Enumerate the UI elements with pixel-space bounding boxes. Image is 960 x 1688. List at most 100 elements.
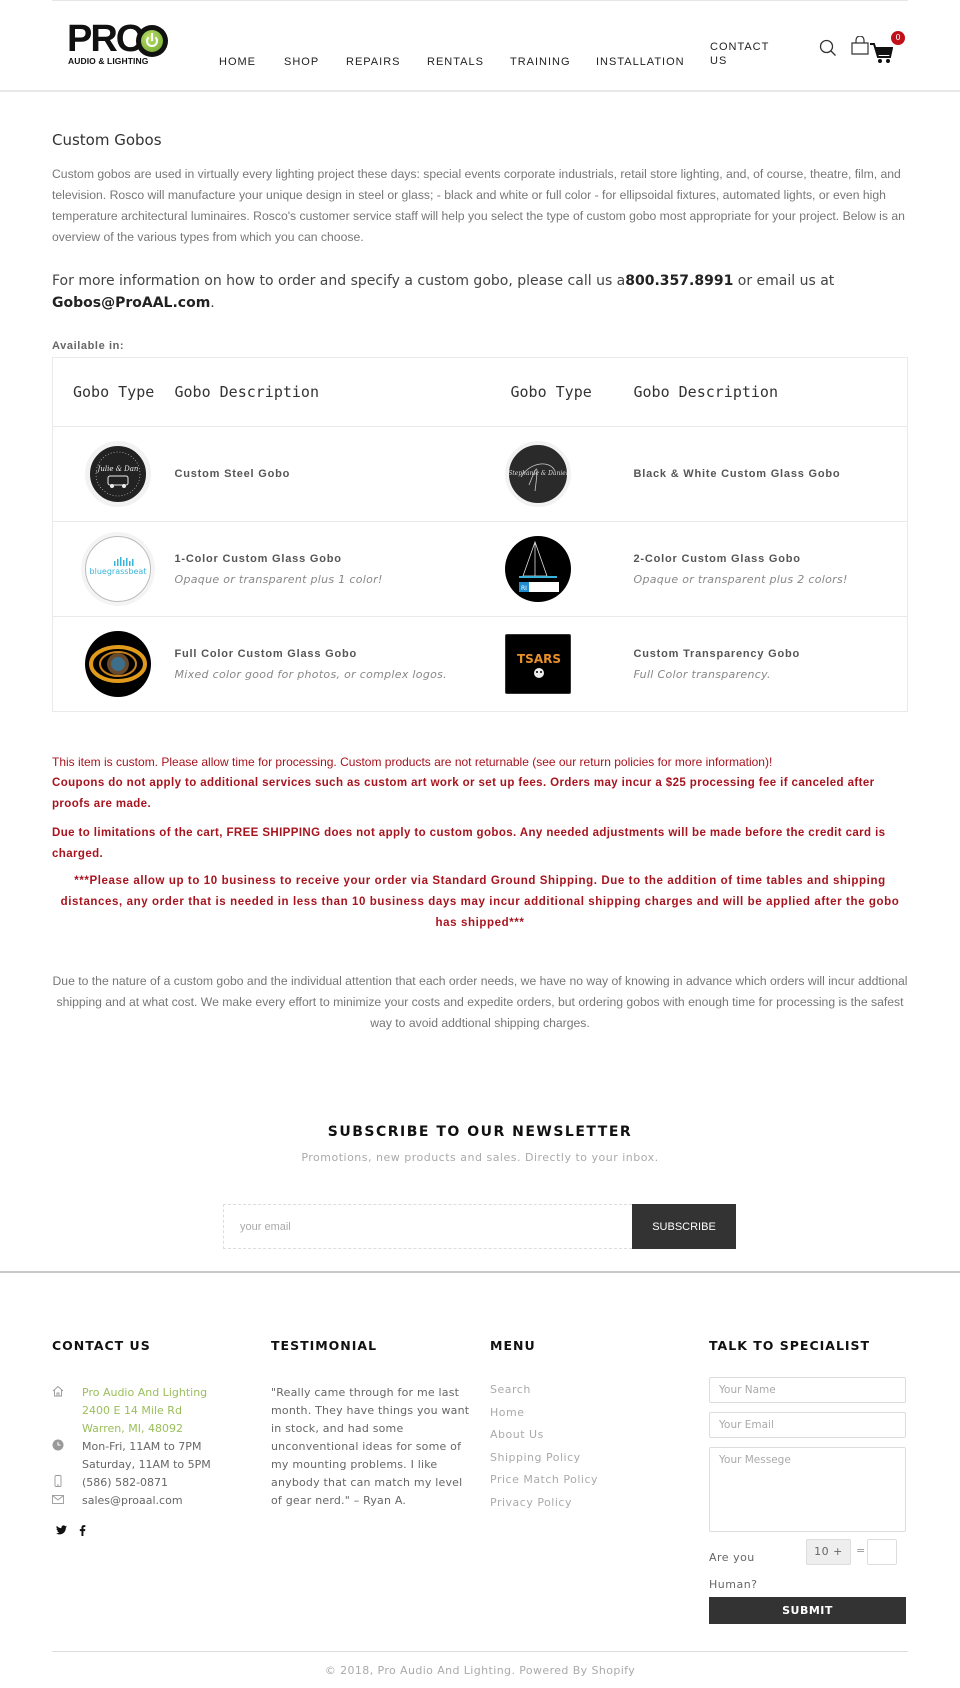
header-gobo-description: Gobo Description: [174, 357, 511, 427]
footer-link-price-match-policy[interactable]: Price Match Policy: [490, 1469, 690, 1492]
footer-link-about-us[interactable]: About Us: [490, 1424, 690, 1447]
address-row: Pro Audio And Lighting 2400 E 14 Mile Rd…: [52, 1384, 252, 1438]
shipping-cost-note: Due to the nature of a custom gobo and t…: [52, 974, 908, 1030]
phone-number[interactable]: (586) 582-0871: [82, 1474, 168, 1492]
testimonial-text: "Really came through for me last month. …: [271, 1386, 470, 1507]
gobo-description-cell: 2-Color Custom Glass Gobo Opaque or tran…: [633, 521, 908, 617]
gobo-description-cell: Custom Transparency Gobo Full Color tran…: [633, 616, 908, 712]
info-text-mid: or email us at: [733, 273, 835, 289]
coupons-notice: Coupons do not apply to additional servi…: [52, 777, 875, 810]
contact-info-paragraph: For more information on how to order and…: [52, 270, 908, 314]
gobo-image-cell: bluegrassbeat: [52, 521, 175, 617]
shipping-time-notice: ***Please allow up to 10 business to rec…: [60, 875, 900, 929]
gobo-description-cell: 1-Color Custom Glass Gobo Opaque or tran…: [174, 521, 511, 617]
bw-glass-gobo-image: Stephanie & Daniel: [504, 441, 571, 507]
gobo-name: Custom Steel Gobo: [174, 468, 291, 480]
name-input[interactable]: [709, 1377, 906, 1403]
info-text: For more information on how to order and…: [52, 273, 626, 289]
contact-title: CONTACT US: [52, 1338, 151, 1353]
intro-paragraph: Custom gobos are used in virtually every…: [52, 167, 905, 244]
footer-testimonial: TESTIMONIAL "Really came through for me …: [271, 1338, 481, 1510]
nav-shop[interactable]: SHOP: [284, 55, 319, 69]
submit-button[interactable]: SUBMIT: [709, 1597, 906, 1624]
footer-specialist-form: TALK TO SPECIALIST Are you Human? 10 + =…: [709, 1338, 909, 1624]
header-gobo-type: Gobo Type: [52, 357, 175, 427]
gobo-name: 2-Color Custom Glass Gobo: [633, 552, 801, 565]
info-email[interactable]: Gobos@ProAAL.com: [52, 295, 210, 311]
transparency-gobo-image: TSARS: [504, 634, 571, 694]
logo[interactable]: PRO AUDIO & LIGHTING: [66, 20, 170, 66]
gobo-description-cell: Black & White Custom Glass Gobo: [633, 426, 908, 522]
home-icon: [52, 1384, 82, 1438]
nav-contact-us[interactable]: CONTACT US: [710, 40, 769, 68]
footer-link-home[interactable]: Home: [490, 1402, 690, 1425]
full-color-gobo-image: [85, 631, 151, 697]
custom-notice: This item is custom. Please allow time f…: [52, 755, 773, 769]
gobo-description-cell: Custom Steel Gobo: [174, 426, 511, 522]
bottom-divider: [52, 1651, 908, 1652]
address-line: 2400 E 14 Mile Rd: [82, 1404, 182, 1417]
footer-divider: [0, 1271, 960, 1273]
footer-link-search[interactable]: Search: [490, 1379, 690, 1402]
table-row: Julie & Dan Custom Steel Gobo Stephanie …: [52, 426, 908, 522]
footer-menu: MENU Search Home About Us Shipping Polic…: [490, 1338, 690, 1514]
newsletter-title: SUBSCRIBE TO OUR NEWSLETTER: [327, 1124, 633, 1140]
hours-row: Mon-Fri, 11AM to 7PM Saturday, 11AM to 5…: [52, 1438, 252, 1474]
available-label: Available in:: [52, 340, 125, 352]
nav-repairs[interactable]: REPAIRS: [346, 55, 400, 69]
twitter-icon[interactable]: [56, 1525, 67, 1535]
gobo-desc: Full Color transparency.: [633, 667, 771, 681]
gobo-name: 1-Color Custom Glass Gobo: [174, 552, 342, 565]
gobo-image-cell: RI: [504, 521, 634, 617]
shipping-notice: Due to limitations of the cart, FREE SHI…: [52, 827, 886, 860]
info-phone: 800.357.8991: [625, 273, 734, 289]
hours-line: Saturday, 11AM to 5PM: [82, 1458, 211, 1471]
gobo-image-cell: TSARS: [504, 616, 634, 712]
newsletter-email-input[interactable]: [223, 1204, 632, 1249]
address-line: Pro Audio And Lighting: [82, 1386, 208, 1399]
site-header: PRO AUDIO & LIGHTING HOME SHOP REPAIRS R…: [0, 0, 960, 92]
svg-text:bluegrassbeat: bluegrassbeat: [90, 567, 147, 576]
phone-row: (586) 582-0871: [52, 1474, 252, 1492]
table-row: Full Color Custom Glass Gobo Mixed color…: [52, 616, 908, 712]
address-line: Warren, MI, 48092: [82, 1422, 183, 1435]
nav-training[interactable]: TRAINING: [510, 55, 571, 69]
nav-home[interactable]: HOME: [219, 55, 256, 69]
nav-rentals[interactable]: RENTALS: [427, 55, 484, 69]
subscribe-button[interactable]: SUBSCRIBE: [632, 1204, 736, 1249]
hours-line: Mon-Fri, 11AM to 7PM: [82, 1440, 202, 1453]
nav-contact-line1: CONTACT: [710, 41, 770, 53]
message-textarea[interactable]: [709, 1447, 906, 1532]
cart-count-badge: 0: [891, 31, 905, 45]
footer-contact: CONTACT US Pro Audio And Lighting 2400 E…: [52, 1338, 252, 1536]
menu-title: MENU: [490, 1338, 536, 1353]
page-title: Custom Gobos: [52, 131, 162, 149]
shopping-bag-icon[interactable]: [850, 36, 870, 56]
svg-text:TSARS: TSARS: [517, 652, 561, 666]
logo-subtitle: AUDIO & LIGHTING: [68, 56, 149, 66]
nav-installation[interactable]: INSTALLATION: [596, 55, 685, 69]
power-icon: [136, 25, 168, 57]
email-input[interactable]: [709, 1412, 906, 1438]
search-icon[interactable]: [819, 39, 837, 57]
footer-link-shipping-policy[interactable]: Shipping Policy: [490, 1447, 690, 1470]
social-links: [52, 1525, 252, 1536]
svg-text:Julie & Dan: Julie & Dan: [96, 465, 139, 473]
cart-icon[interactable]: [869, 42, 893, 64]
table-header-row: Gobo Type Gobo Description Gobo Type Gob…: [52, 357, 908, 427]
hours: Mon-Fri, 11AM to 7PM Saturday, 11AM to 5…: [82, 1438, 211, 1474]
facebook-icon[interactable]: [79, 1525, 86, 1536]
email-address[interactable]: sales@proaal.com: [82, 1492, 183, 1510]
copyright: © 2018, Pro Audio And Lighting. Powered …: [324, 1664, 636, 1677]
table-row: bluegrassbeat 1-Color Custom Glass Gobo …: [52, 521, 908, 617]
gobo-name: Full Color Custom Glass Gobo: [174, 647, 358, 660]
header-gobo-description-2: Gobo Description: [633, 357, 908, 427]
testimonial-title: TESTIMONIAL: [271, 1338, 378, 1353]
captcha-answer-input[interactable]: [867, 1539, 897, 1565]
footer-link-privacy-policy[interactable]: Privacy Policy: [490, 1492, 690, 1515]
logo-text: PRO: [67, 18, 145, 60]
gobo-table: Gobo Type Gobo Description Gobo Type Gob…: [52, 357, 908, 712]
svg-text:Stephanie & Daniel: Stephanie & Daniel: [509, 470, 567, 477]
gobo-description-cell: Full Color Custom Glass Gobo Mixed color…: [174, 616, 511, 712]
gobo-desc: Mixed color good for photos, or complex …: [174, 667, 447, 681]
